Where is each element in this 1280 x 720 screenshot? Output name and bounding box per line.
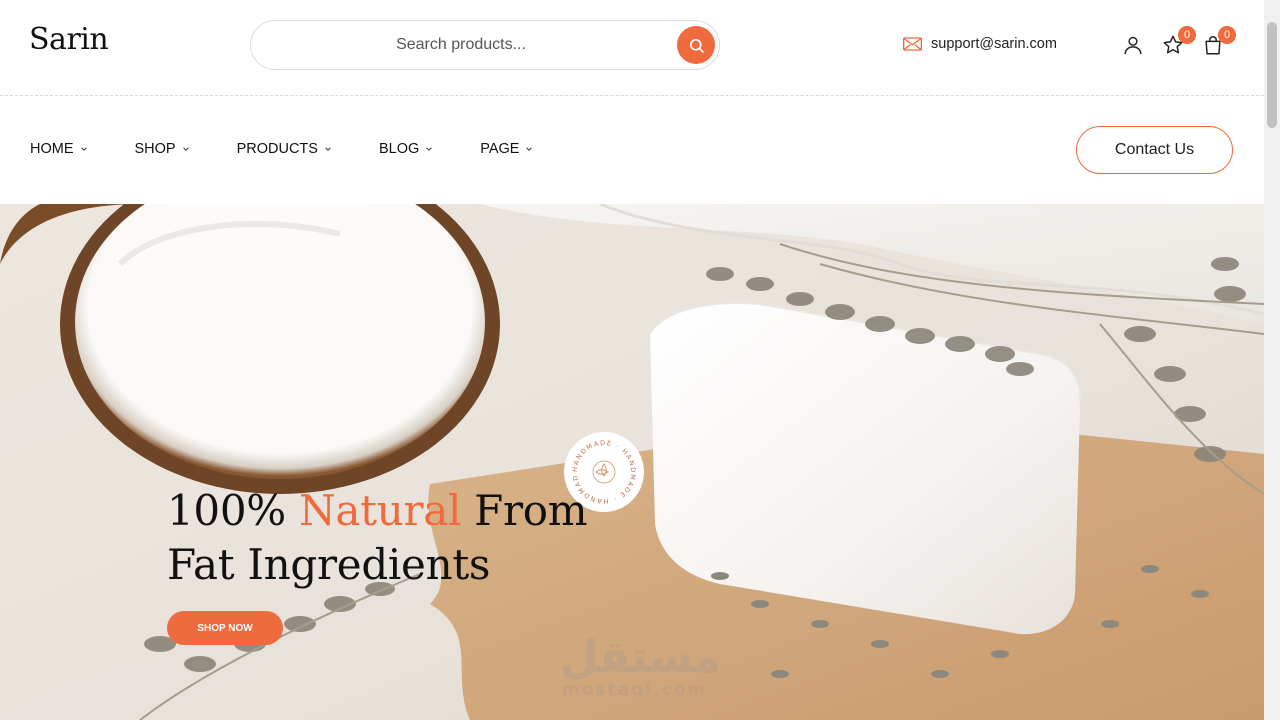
header-actions: 0 0 <box>1121 26 1236 57</box>
watermark-url: mostaql.com <box>562 680 708 700</box>
chevron-down-icon <box>426 147 433 151</box>
main-nav: HOME SHOP PRODUCTS BLOG PAGE <box>30 141 580 157</box>
nav-item-blog[interactable]: BLOG <box>379 141 433 157</box>
chevron-down-icon <box>80 147 87 151</box>
hero-headline: 100% Natural From Fat Ingredients <box>167 484 588 592</box>
search-button[interactable] <box>677 26 715 64</box>
search-bar <box>250 20 720 70</box>
user-icon <box>1124 36 1142 55</box>
support-email[interactable]: support@sarin.com <box>903 36 1057 52</box>
support-email-text: support@sarin.com <box>931 36 1057 52</box>
top-header: Sarin support@sarin.com 0 0 <box>0 0 1264 96</box>
contact-us-button[interactable]: Contact Us <box>1076 126 1233 174</box>
cart-count-badge: 0 <box>1218 26 1236 44</box>
nav-item-label: PRODUCTS <box>236 141 318 157</box>
chevron-down-icon <box>526 147 533 151</box>
nav-item-products[interactable]: PRODUCTS <box>237 141 332 157</box>
headline-part2: From <box>474 486 588 535</box>
wishlist-button[interactable]: 0 <box>1161 26 1196 57</box>
headline-part1: 100% <box>167 486 286 535</box>
chevron-down-icon <box>182 147 189 151</box>
nav-item-label: SHOP <box>134 141 176 157</box>
wishlist-count-badge: 0 <box>1178 26 1196 44</box>
search-input[interactable] <box>271 21 651 69</box>
shop-now-button[interactable]: SHOP NOW <box>167 611 283 645</box>
nav-item-label: HOME <box>30 141 74 157</box>
search-icon <box>689 38 704 53</box>
nav-item-shop[interactable]: SHOP <box>135 141 190 157</box>
nav-item-home[interactable]: HOME <box>30 141 88 157</box>
nav-item-label: BLOG <box>378 141 420 157</box>
cart-button[interactable]: 0 <box>1201 26 1236 57</box>
watermark-logo: مستقل <box>560 632 721 683</box>
scrollbar-thumb[interactable] <box>1267 22 1277 128</box>
account-button[interactable] <box>1121 33 1145 57</box>
nav-item-page[interactable]: PAGE <box>480 141 533 157</box>
page-scrollbar[interactable] <box>1264 0 1280 720</box>
headline-accent: Natural <box>298 486 462 535</box>
chevron-down-icon <box>325 147 331 151</box>
mail-icon <box>903 37 922 51</box>
site-logo[interactable]: Sarin <box>29 22 109 57</box>
nav-item-label: PAGE <box>480 141 520 157</box>
headline-line2: Fat Ingredients <box>167 540 491 589</box>
